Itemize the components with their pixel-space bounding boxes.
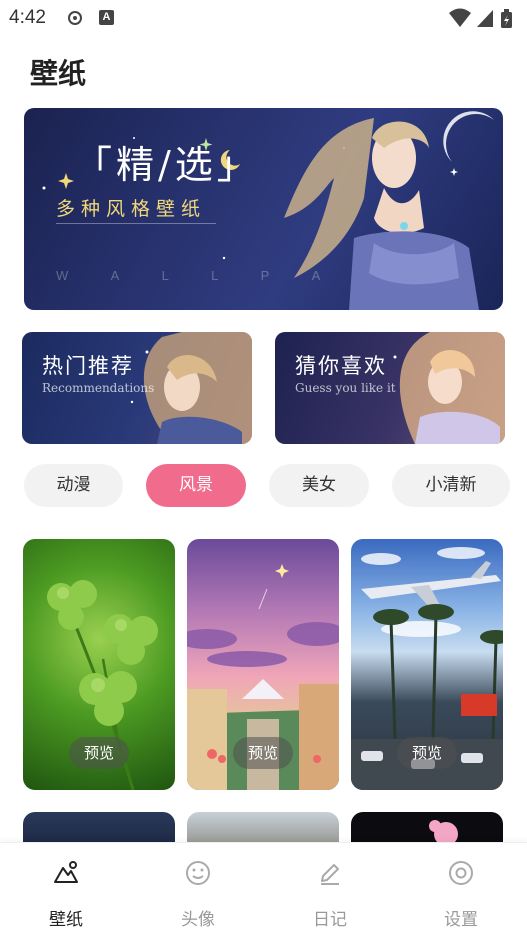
watermark-letter: W bbox=[56, 268, 71, 283]
watermark-letter: A bbox=[110, 268, 122, 283]
banner-girl-illustration bbox=[284, 118, 479, 310]
watermark-letter: L bbox=[161, 268, 171, 283]
banner-title: 「精/选」 bbox=[74, 143, 259, 187]
banner-subtitle: 多种风格壁纸 bbox=[56, 198, 207, 220]
page-title: 壁纸 bbox=[30, 57, 87, 90]
hot-card-subtitle: Recommendations bbox=[42, 381, 155, 395]
preview-button[interactable]: 预览 bbox=[69, 737, 129, 769]
tab-wallpaper-label: 壁纸 bbox=[49, 910, 83, 930]
pencil-icon bbox=[321, 864, 339, 885]
category-chip-anime[interactable]: 动漫 bbox=[24, 464, 123, 507]
signal-icon bbox=[477, 10, 493, 27]
battery-charging-icon bbox=[501, 9, 512, 28]
smiley-icon bbox=[186, 861, 210, 885]
tab-diary-label: 日记 bbox=[313, 910, 347, 930]
record-icon bbox=[68, 11, 82, 25]
category-chip-fresh[interactable]: 小清新 bbox=[392, 464, 510, 507]
category-chip-scenery[interactable]: 风景 bbox=[146, 464, 246, 507]
tab-settings[interactable]: 设置 bbox=[411, 843, 511, 938]
wallpaper-tile[interactable]: 预览 bbox=[23, 539, 175, 790]
preview-button[interactable]: 预览 bbox=[233, 737, 293, 769]
tab-avatar[interactable]: 头像 bbox=[148, 843, 248, 938]
watermark-letter: L bbox=[211, 268, 221, 283]
guess-card-title: 猜你喜欢 bbox=[295, 354, 387, 378]
status-time: 4:42 bbox=[9, 7, 46, 28]
tab-avatar-label: 头像 bbox=[181, 910, 215, 930]
category-chip-beauty[interactable]: 美女 bbox=[269, 464, 369, 507]
a-badge-icon: A bbox=[99, 10, 114, 25]
hot-recommendations-card[interactable]: 热门推荐 Recommendations bbox=[22, 332, 252, 444]
tab-wallpaper[interactable]: 壁纸 bbox=[16, 843, 116, 938]
mountain-icon bbox=[54, 861, 78, 883]
guess-card-subtitle: Guess you like it bbox=[295, 381, 396, 395]
bottom-tab-bar: 壁纸 头像 日记 设置 bbox=[0, 842, 527, 938]
settings-ring-icon bbox=[449, 861, 473, 885]
wallpaper-tile[interactable]: 预览 bbox=[351, 539, 503, 790]
wifi-icon bbox=[449, 8, 471, 27]
wallpaper-tile[interactable]: 预览 bbox=[187, 539, 339, 790]
hot-card-title: 热门推荐 bbox=[42, 354, 134, 378]
status-right-icons bbox=[449, 8, 512, 28]
status-bar: 4:42 A bbox=[0, 0, 527, 36]
tab-diary[interactable]: 日记 bbox=[280, 843, 380, 938]
featured-banner[interactable]: 「精/选」 多种风格壁纸 W A L L P A P E R bbox=[24, 108, 503, 310]
tab-settings-label: 设置 bbox=[444, 910, 478, 930]
guess-you-like-card[interactable]: 猜你喜欢 Guess you like it bbox=[275, 332, 505, 444]
banner-divider bbox=[56, 223, 216, 224]
preview-button[interactable]: 预览 bbox=[397, 737, 457, 769]
